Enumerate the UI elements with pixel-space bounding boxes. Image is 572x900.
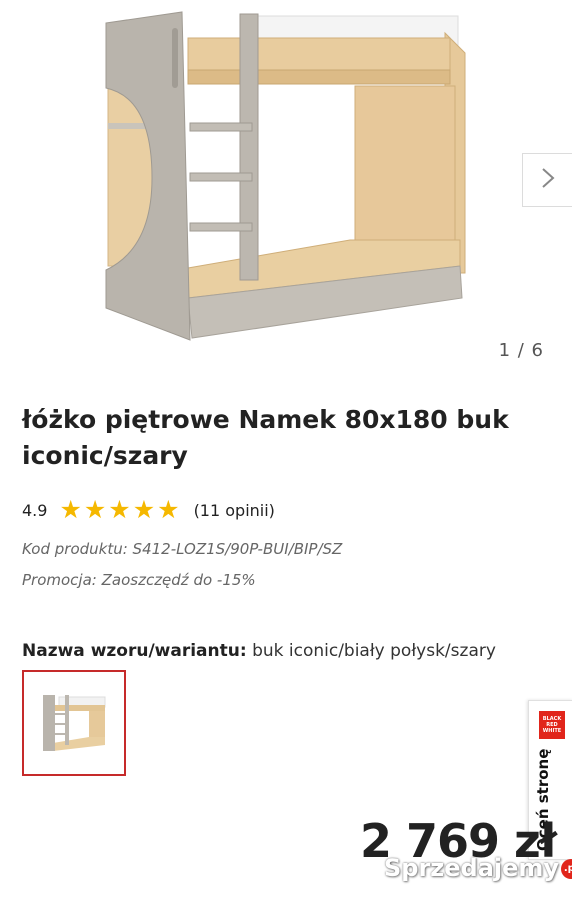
star-icon: ★ <box>157 495 180 524</box>
star-icon: ★ <box>59 495 82 524</box>
brand-logo: BLACK RED WHITE <box>539 711 565 739</box>
reviews-link[interactable]: (11 opinii) <box>194 501 275 520</box>
variant-label: Nazwa wzoru/wariantu: <box>22 641 247 661</box>
gallery-next-button[interactable] <box>522 153 572 207</box>
gallery-counter: 1 / 6 <box>498 340 544 361</box>
star-icon: ★ <box>132 495 156 524</box>
product-gallery[interactable]: 1 / 6 <box>0 0 572 380</box>
watermark-badge: .pl <box>561 859 572 879</box>
promotion-text: Promocja: Zaoszczędź do -15% <box>22 571 256 589</box>
watermark-text: Sprzedajemy <box>384 854 560 882</box>
star-icon: ★ <box>108 495 131 524</box>
variant-value: buk iconic/biały połysk/szary <box>252 641 496 661</box>
variant-thumbnail[interactable] <box>22 670 126 776</box>
variant-row: Nazwa wzoru/wariantu: buk iconic/biały p… <box>22 641 496 661</box>
rating-row[interactable]: 4.9 ★ ★ ★ ★ ★ (11 opinii) <box>22 495 275 524</box>
logo-line: WHITE <box>542 728 562 734</box>
product-code: Kod produktu: S412-LOZ1S/90P-BUI/BIP/SZ <box>22 540 343 558</box>
rating-value: 4.9 <box>22 500 48 520</box>
product-title: łóżko piętrowe Namek 80x180 buk iconic/s… <box>22 405 509 470</box>
product-image[interactable] <box>100 8 470 348</box>
variant-thumbnail-image <box>43 695 106 751</box>
watermark: Sprzedajemy.pl <box>384 854 572 882</box>
rating-stars: ★ ★ ★ ★ ★ <box>59 495 180 524</box>
star-icon: ★ <box>83 495 107 524</box>
chevron-right-icon <box>541 167 555 193</box>
